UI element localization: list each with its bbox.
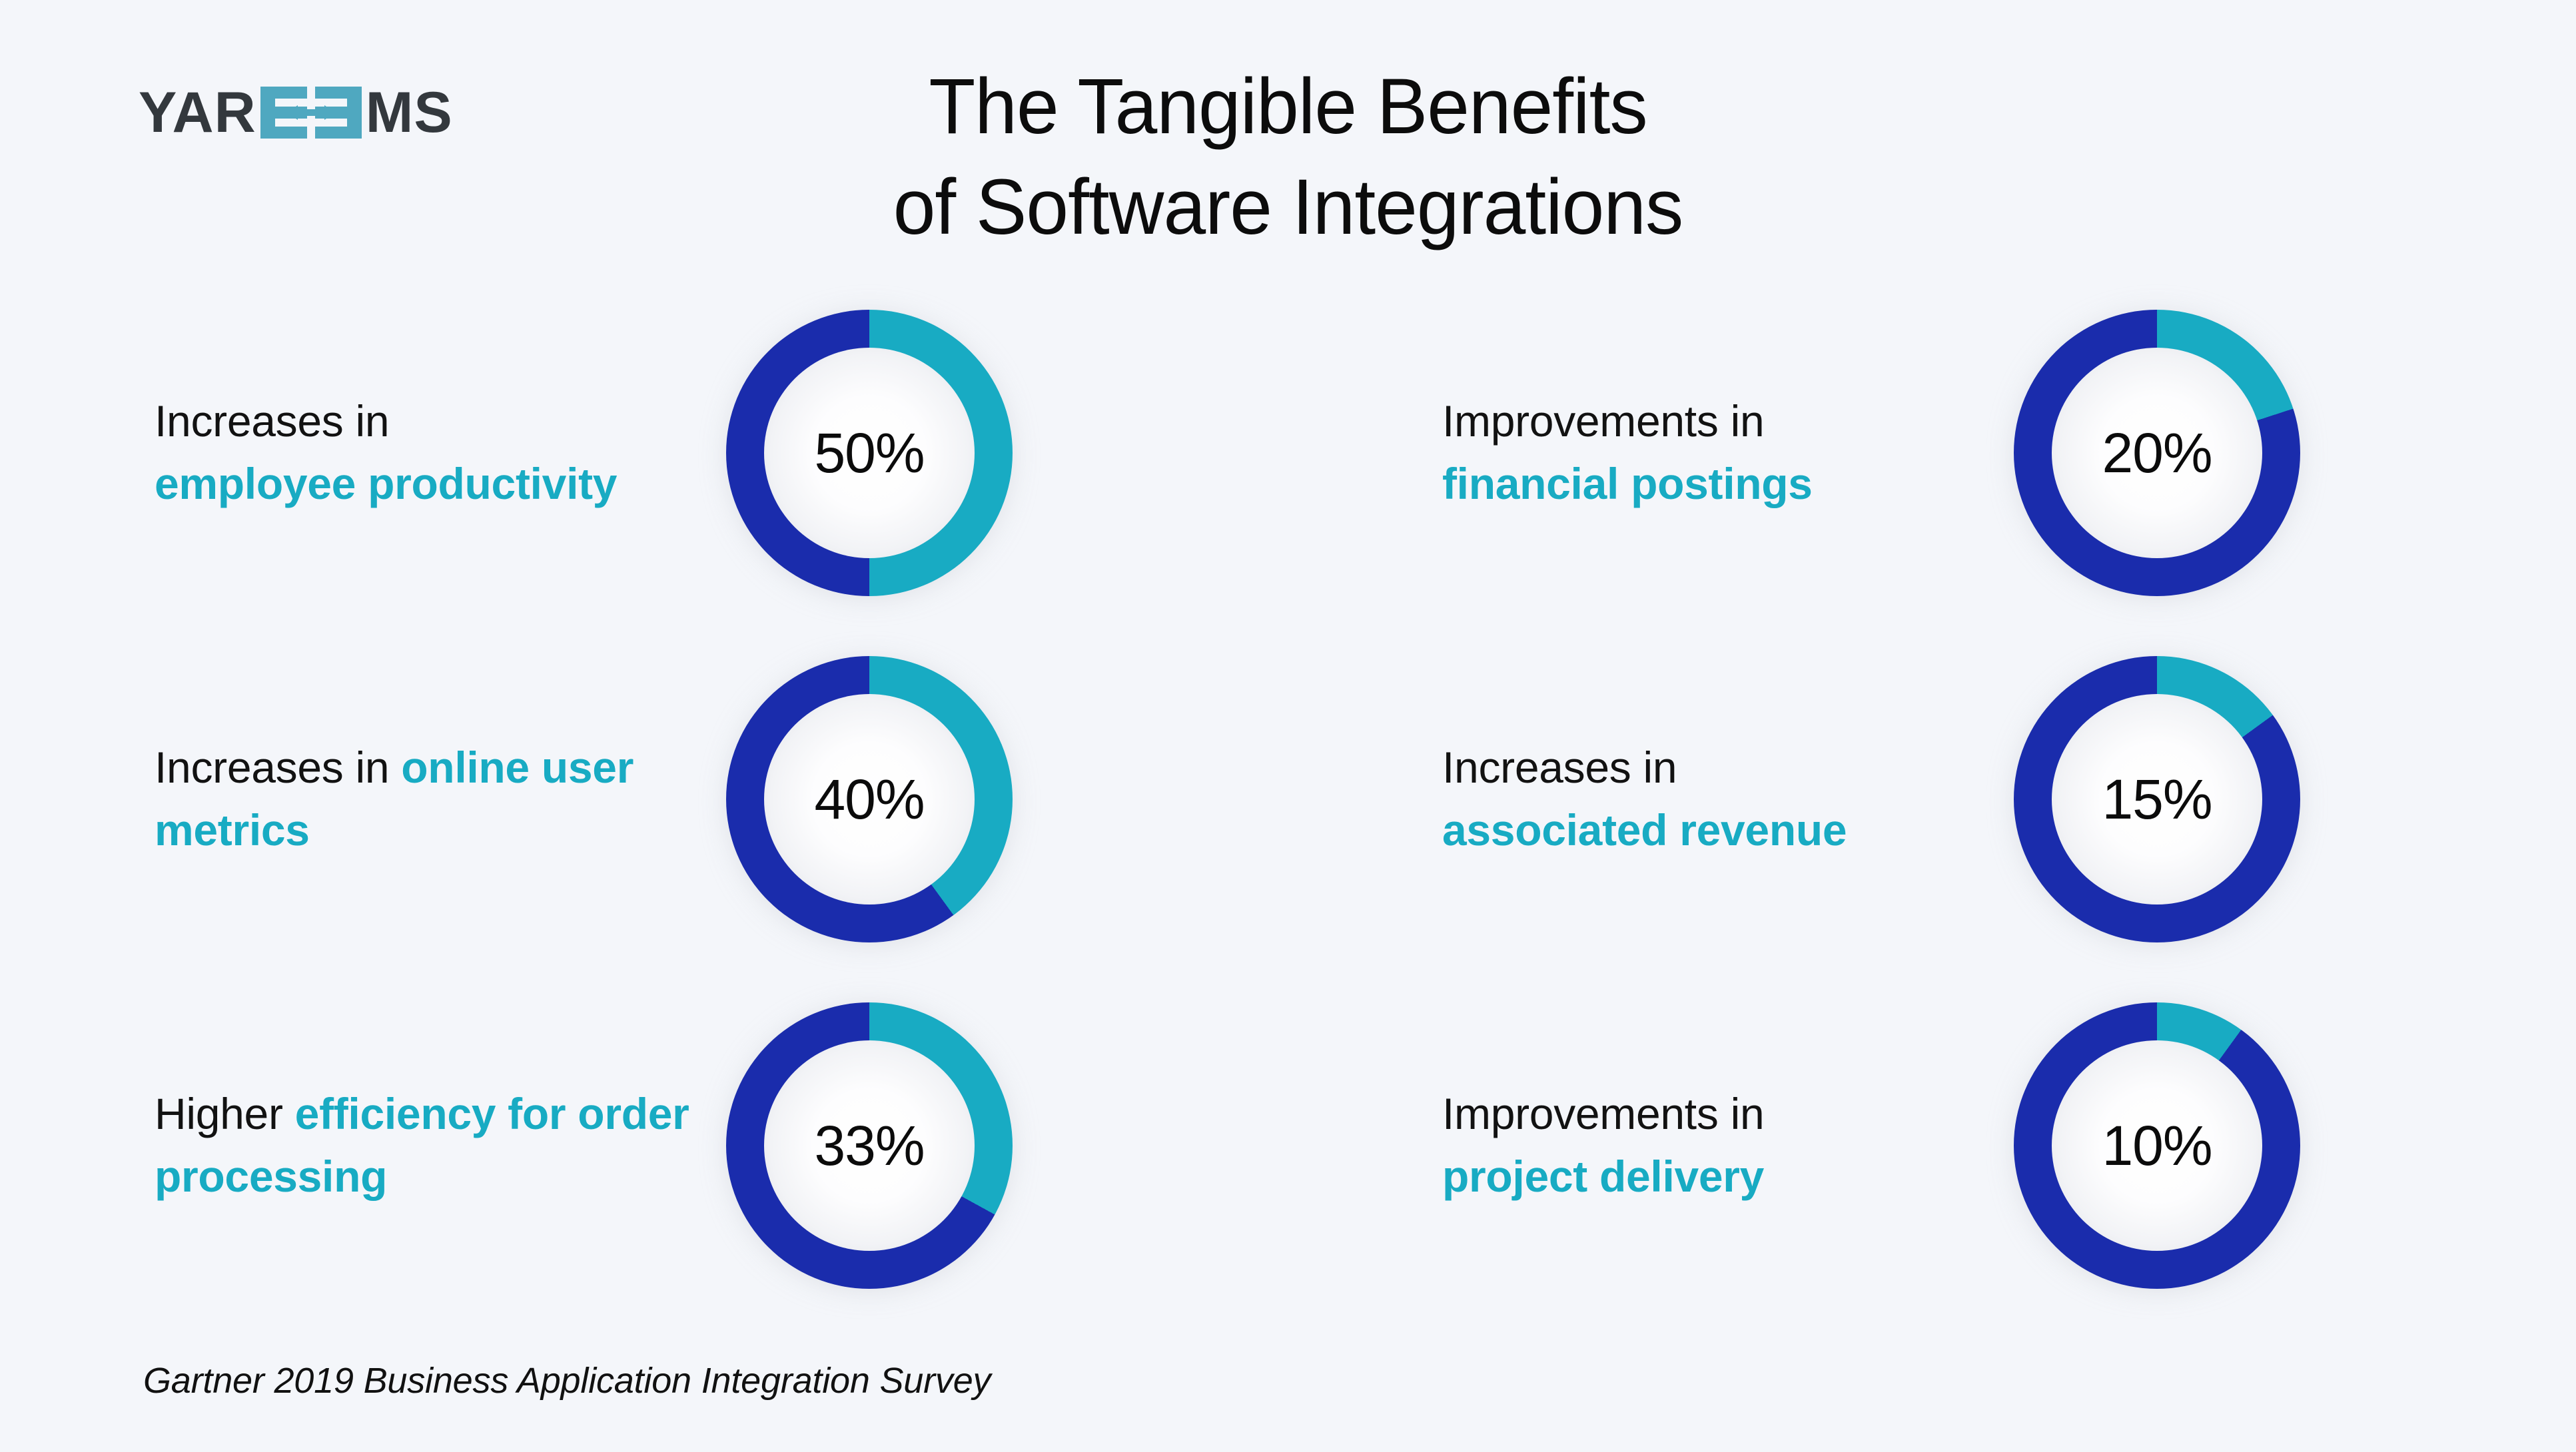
metric-online-user-metrics: Increases in online user metrics 40%: [0, 626, 1288, 972]
metric-label-prefix: Improvements in: [1442, 1089, 1765, 1139]
metric-project-delivery: Improvements in project delivery 10%: [1288, 972, 2575, 1319]
metric-label-prefix: Increases in: [155, 743, 402, 793]
donut-chart: 33%: [726, 1002, 1013, 1289]
metric-label-highlight: associated revenue: [1442, 805, 1847, 855]
donut-center: 10%: [2052, 1040, 2262, 1251]
metric-label: Increases in online user metrics: [0, 737, 726, 861]
donut-value-label: 40%: [814, 768, 925, 831]
metric-label-highlight: project delivery: [1442, 1152, 1765, 1201]
donut-value-label: 33%: [814, 1114, 925, 1177]
metric-label-prefix: Increases in: [155, 396, 390, 446]
source-citation: Gartner 2019 Business Application Integr…: [143, 1361, 991, 1401]
metric-financial-postings: Improvements in financial postings 20%: [1288, 280, 2575, 626]
donut-chart: 10%: [2014, 1002, 2300, 1289]
metric-label-prefix: Higher: [155, 1089, 295, 1139]
metric-label-prefix: Improvements in: [1442, 396, 1765, 446]
donut-value-label: 15%: [2102, 768, 2212, 831]
metric-label: Improvements in financial postings: [1288, 390, 2014, 515]
donut-value-label: 20%: [2102, 422, 2212, 484]
donut-value-label: 10%: [2102, 1114, 2212, 1177]
page-title: The Tangible Benefits of Software Integr…: [39, 57, 2537, 258]
metric-label-highlight: employee productivity: [155, 459, 618, 508]
metric-label: Improvements in project delivery: [1288, 1083, 2014, 1208]
donut-chart: 50%: [726, 310, 1013, 596]
donut-center: 40%: [764, 694, 975, 905]
donut-center: 33%: [764, 1040, 975, 1251]
page-title-line-1: The Tangible Benefits: [929, 63, 1647, 151]
metric-label-highlight: financial postings: [1442, 459, 1813, 508]
metric-label-prefix: Increases in: [1442, 743, 1677, 793]
metrics-row: Increases in online user metrics 40% Inc…: [0, 626, 2576, 972]
metric-label: Increases in associated revenue: [1288, 737, 2014, 861]
metrics-row: Increases in employee productivity 50% I…: [0, 280, 2576, 626]
metric-label: Increases in employee productivity: [0, 390, 726, 515]
metrics-grid: Increases in employee productivity 50% I…: [0, 280, 2576, 1319]
donut-chart: 15%: [2014, 656, 2300, 942]
donut-center: 50%: [764, 348, 975, 558]
donut-center: 15%: [2052, 694, 2262, 905]
metric-associated-revenue: Increases in associated revenue 15%: [1288, 626, 2575, 972]
donut-center: 20%: [2052, 348, 2262, 558]
page-title-line-2: of Software Integrations: [893, 163, 1684, 252]
metric-label: Higher efficiency for order processing: [0, 1083, 726, 1208]
donut-chart: 20%: [2014, 310, 2300, 596]
metric-order-processing-efficiency: Higher efficiency for order processing 3…: [0, 972, 1288, 1319]
metric-employee-productivity: Increases in employee productivity 50%: [0, 280, 1288, 626]
donut-value-label: 50%: [814, 422, 925, 484]
donut-chart: 40%: [726, 656, 1013, 942]
metrics-row: Higher efficiency for order processing 3…: [0, 972, 2576, 1319]
infographic-poster: YAR MS The Tangible Benefits of Software…: [0, 0, 2576, 1452]
